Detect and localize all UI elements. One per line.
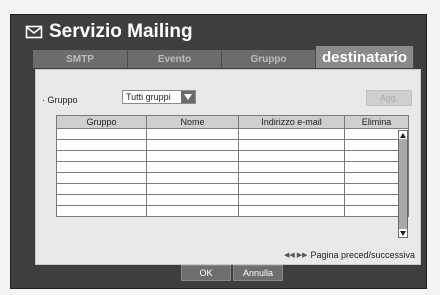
table-cell bbox=[238, 194, 345, 206]
recipient-table: Gruppo Nome Indirizzo e-mail Elimina bbox=[56, 115, 409, 217]
window-title: Servizio Mailing bbox=[25, 19, 193, 45]
table-cell bbox=[238, 172, 345, 184]
recipient-panel: · Gruppo Tutti gruppi Agg. Gruppo Nome I… bbox=[35, 69, 421, 265]
column-header-nome: Nome bbox=[146, 115, 239, 129]
table-row[interactable] bbox=[56, 161, 409, 173]
table-cell bbox=[238, 161, 345, 173]
mailing-service-window: Servizio Mailing SMTP Evento Gruppo dest… bbox=[10, 14, 427, 289]
footer-buttons: OK Annulla bbox=[181, 265, 283, 281]
tab-bar: SMTP Evento Gruppo destinatario bbox=[33, 46, 414, 68]
table-cell bbox=[146, 128, 239, 140]
group-select-value: Tutti gruppi bbox=[126, 92, 171, 102]
table-cell bbox=[146, 150, 239, 162]
table-cell bbox=[56, 183, 147, 195]
tab-destinatario[interactable]: destinatario bbox=[316, 46, 414, 68]
table-cell bbox=[146, 161, 239, 173]
table-cell bbox=[146, 172, 239, 184]
table-row[interactable] bbox=[56, 128, 409, 140]
table-cell bbox=[56, 128, 147, 140]
table-cell bbox=[56, 194, 147, 206]
table-cell bbox=[238, 150, 345, 162]
prev-next-icon[interactable]: ◀◀ ▶▶ bbox=[284, 251, 307, 259]
table-cell bbox=[56, 172, 147, 184]
chevron-down-icon[interactable] bbox=[181, 91, 195, 103]
add-button[interactable]: Agg. bbox=[366, 90, 412, 106]
group-select[interactable]: Tutti gruppi bbox=[122, 90, 196, 104]
ok-button[interactable]: OK bbox=[181, 265, 231, 281]
table-row[interactable] bbox=[56, 150, 409, 162]
table-header-row: Gruppo Nome Indirizzo e-mail Elimina bbox=[56, 115, 409, 129]
tab-evento[interactable]: Evento bbox=[128, 50, 222, 68]
window-title-text: Servizio Mailing bbox=[49, 21, 193, 42]
table-cell bbox=[238, 205, 345, 217]
scroll-down-icon[interactable] bbox=[399, 229, 407, 237]
tab-gruppo[interactable]: Gruppo bbox=[222, 50, 316, 68]
envelope-icon bbox=[25, 25, 43, 39]
table-cell bbox=[238, 128, 345, 140]
table-row[interactable] bbox=[56, 194, 409, 206]
scroll-up-icon[interactable] bbox=[399, 131, 407, 139]
table-cell bbox=[238, 183, 345, 195]
table-cell bbox=[146, 194, 239, 206]
column-header-email: Indirizzo e-mail bbox=[238, 115, 345, 129]
table-cell bbox=[238, 139, 345, 151]
tab-smtp[interactable]: SMTP bbox=[33, 50, 128, 68]
table-cell bbox=[56, 205, 147, 217]
table-cell bbox=[146, 205, 239, 217]
table-cell bbox=[146, 139, 239, 151]
table-cell bbox=[56, 150, 147, 162]
table-row[interactable] bbox=[56, 183, 409, 195]
page-navigation-label: Pagina preced/successiva bbox=[310, 250, 416, 260]
column-header-elimina: Elimina bbox=[344, 115, 409, 129]
table-row[interactable] bbox=[56, 172, 409, 184]
table-row[interactable] bbox=[56, 205, 409, 217]
cancel-button[interactable]: Annulla bbox=[233, 265, 283, 281]
column-header-gruppo: Gruppo bbox=[56, 115, 147, 129]
table-row[interactable] bbox=[56, 139, 409, 151]
table-scrollbar[interactable] bbox=[398, 130, 408, 238]
table-cell bbox=[56, 161, 147, 173]
table-cell bbox=[146, 183, 239, 195]
group-filter-label: · Gruppo bbox=[42, 95, 78, 105]
table-cell bbox=[56, 139, 147, 151]
page-navigation[interactable]: ◀◀ ▶▶ Pagina preced/successiva bbox=[284, 250, 415, 260]
